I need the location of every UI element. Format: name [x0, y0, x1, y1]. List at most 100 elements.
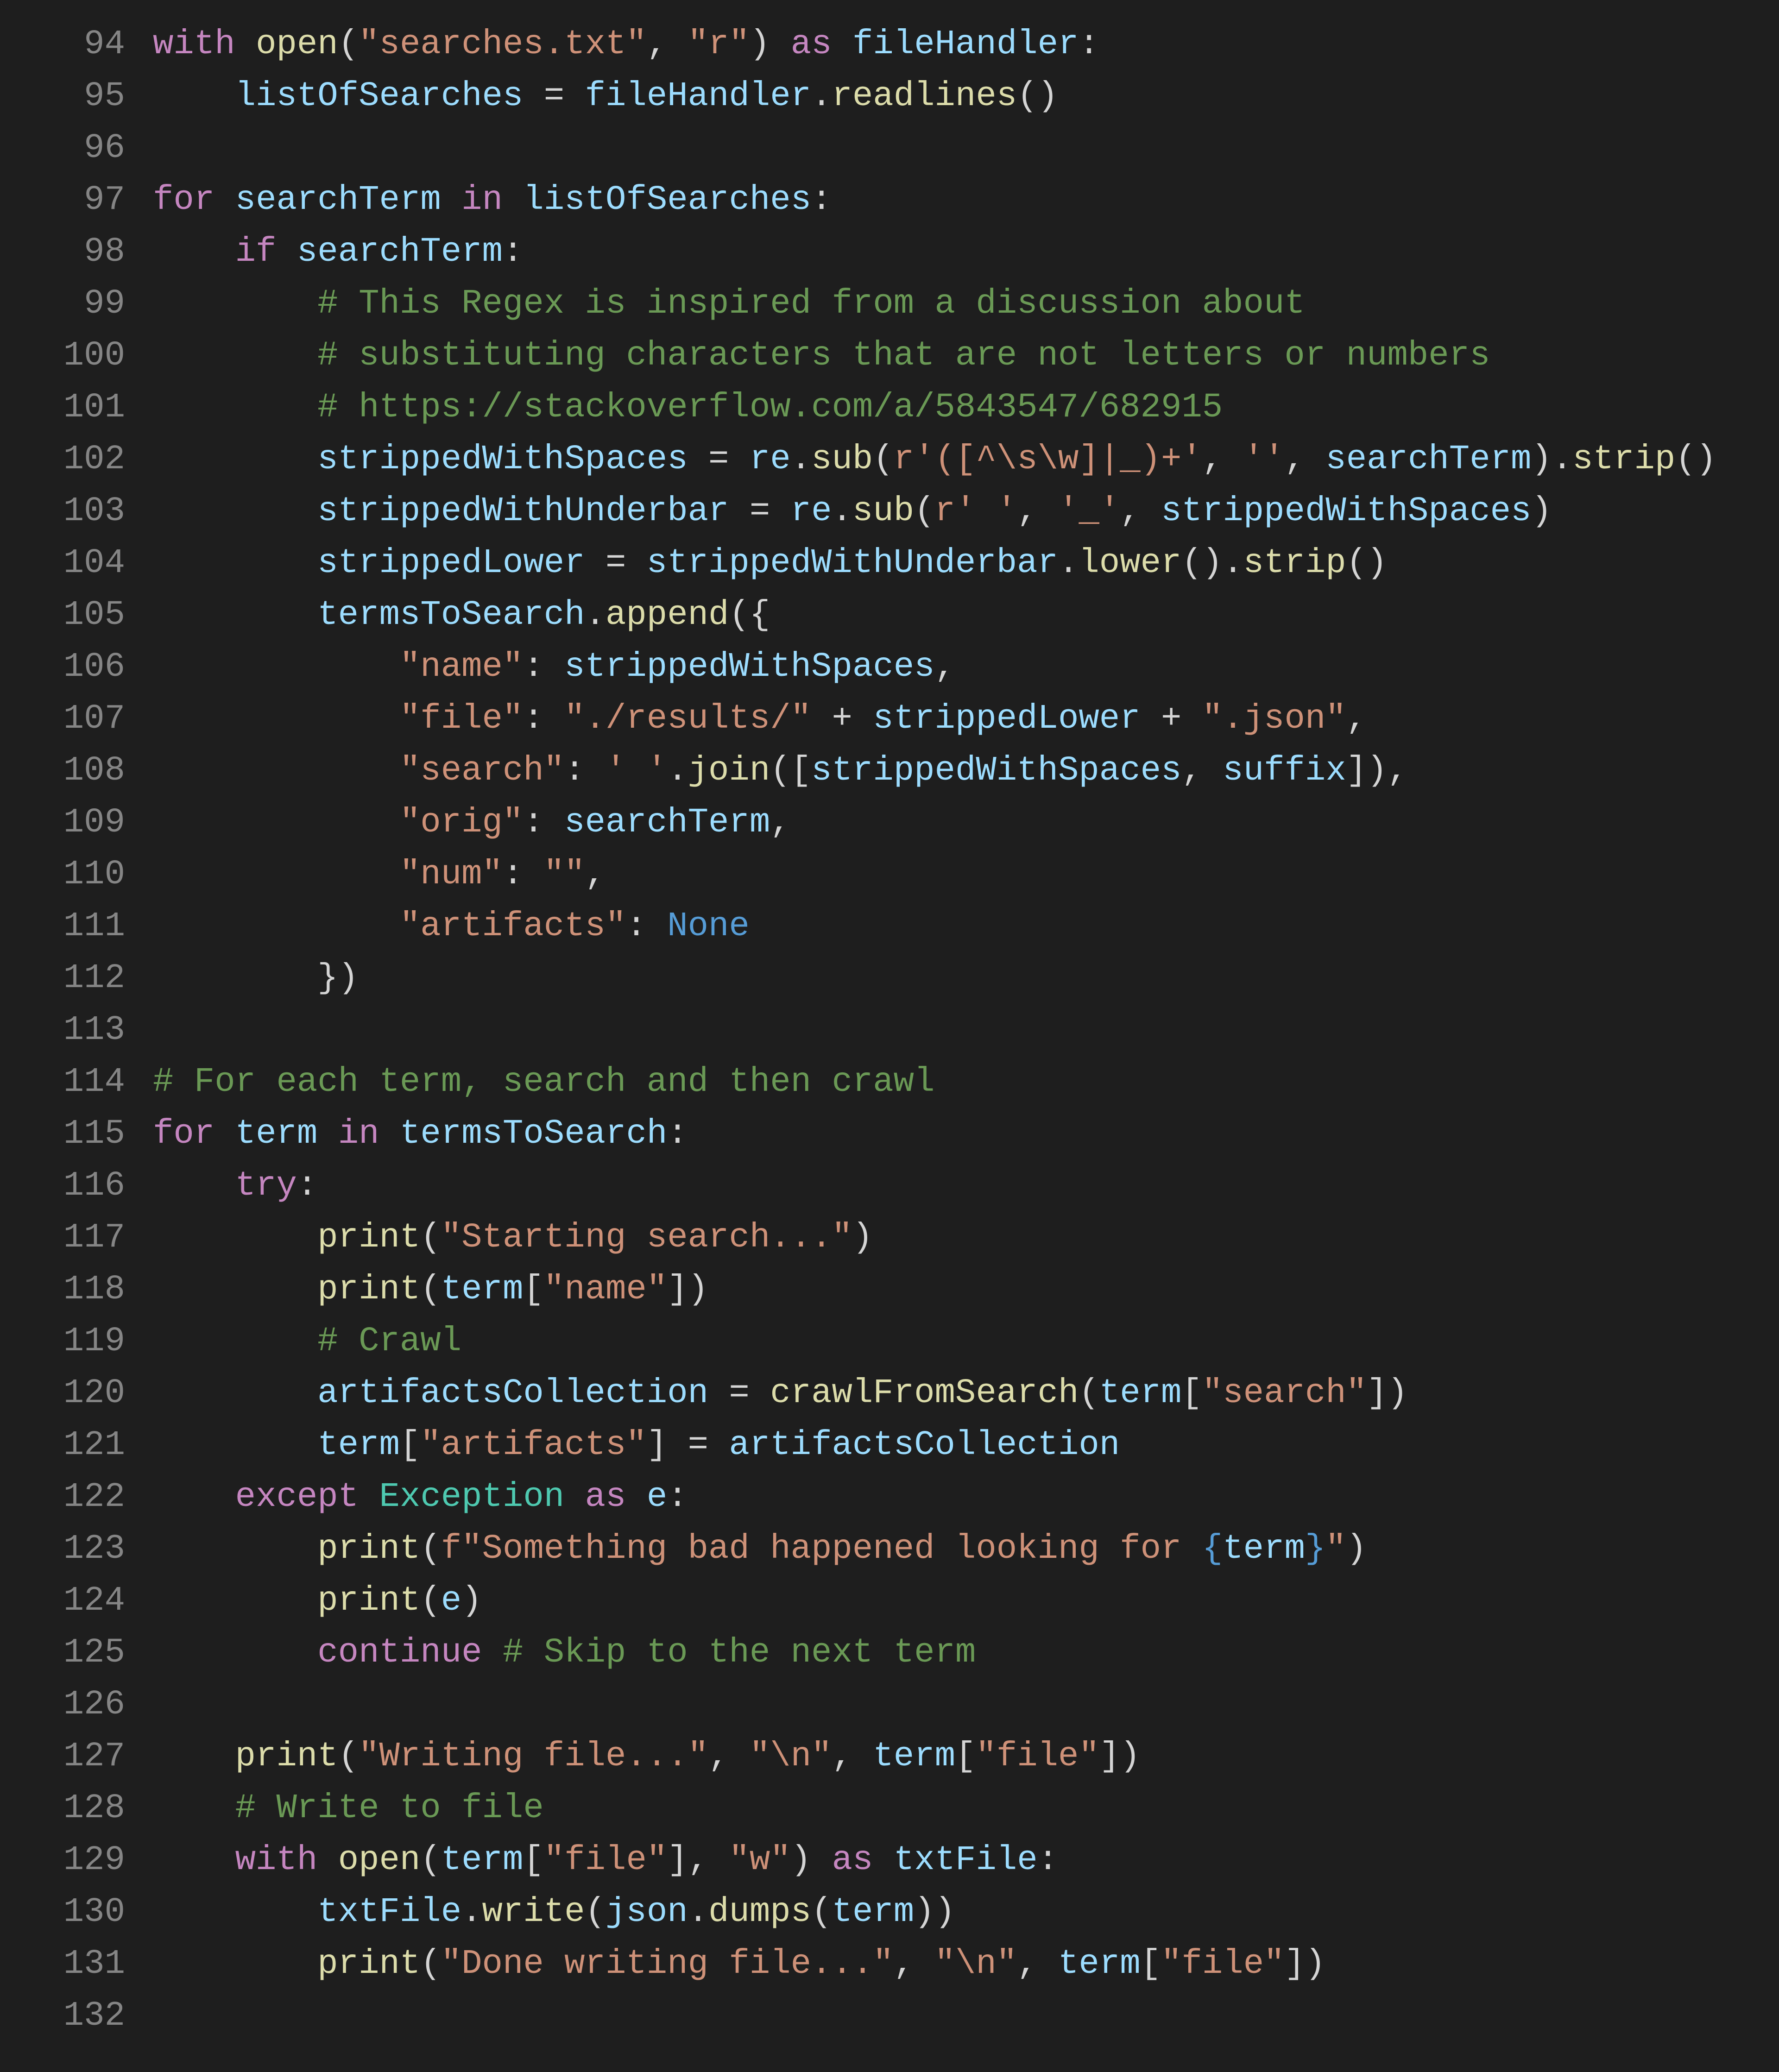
token-var: artifactsCollection	[317, 1374, 708, 1413]
token-def: =	[523, 77, 585, 116]
token-def: (	[420, 1530, 441, 1568]
token-def: [	[955, 1737, 976, 1776]
line-number: 111	[0, 901, 153, 952]
token-kw: for	[153, 1115, 214, 1153]
code-line: 96	[0, 122, 1779, 174]
line-content: except Exception as e:	[153, 1471, 1779, 1523]
code-line: 123 print(f"Something bad happened looki…	[0, 1523, 1779, 1575]
token-def: .	[811, 77, 832, 116]
token-str: "	[1325, 1530, 1346, 1568]
token-def: [	[523, 1270, 543, 1309]
token-fn: print	[235, 1737, 338, 1776]
token-def	[153, 77, 235, 116]
token-def	[153, 699, 400, 738]
line-number: 112	[0, 952, 153, 1004]
line-number: 118	[0, 1264, 153, 1316]
code-line: 130 txtFile.write(json.dumps(term))	[0, 1886, 1779, 1938]
token-def: ])	[1099, 1737, 1141, 1776]
token-def: =	[688, 440, 750, 479]
code-line: 132	[0, 1990, 1779, 2042]
token-def	[235, 25, 256, 64]
token-cmt: # substituting characters that are not l…	[317, 336, 1490, 375]
token-str: '_'	[1058, 492, 1120, 531]
token-var: searchTerm	[1325, 440, 1531, 479]
token-def	[153, 596, 317, 635]
token-def: ,	[894, 1945, 935, 1984]
line-content: "artifacts": None	[153, 901, 1779, 952]
token-fn: strip	[1572, 440, 1675, 479]
token-var: txtFile	[317, 1893, 461, 1932]
token-str: "Done writing file..."	[441, 1945, 894, 1984]
code-line: 122 except Exception as e:	[0, 1471, 1779, 1523]
token-def	[379, 1115, 400, 1153]
token-def: .	[791, 440, 811, 479]
token-var: term	[235, 1115, 318, 1153]
line-number: 100	[0, 330, 153, 382]
token-def	[153, 1581, 317, 1620]
token-def	[214, 181, 235, 220]
token-def	[153, 1218, 317, 1257]
token-var: term	[832, 1893, 915, 1932]
line-content	[153, 1679, 1779, 1731]
line-number: 101	[0, 382, 153, 434]
code-line: 101 # https://stackoverflow.com/a/584354…	[0, 382, 1779, 434]
line-content: try:	[153, 1160, 1779, 1212]
token-var: strippedWithSpaces	[1161, 492, 1531, 531]
line-content: print(term["name"])	[153, 1264, 1779, 1316]
token-fn: lower	[1079, 544, 1181, 583]
token-str: "file"	[544, 1841, 667, 1880]
line-content	[153, 122, 1779, 174]
token-def: ,	[1346, 699, 1367, 738]
line-number: 98	[0, 226, 153, 278]
token-def	[153, 1633, 317, 1672]
token-def: ],	[667, 1841, 729, 1880]
line-number: 127	[0, 1731, 153, 1782]
line-number: 120	[0, 1367, 153, 1419]
line-number: 126	[0, 1679, 153, 1731]
token-def: (	[420, 1841, 441, 1880]
line-number: 104	[0, 537, 153, 589]
line-content: for term in termsToSearch:	[153, 1108, 1779, 1160]
token-var: json	[606, 1893, 688, 1932]
token-str: r' '	[935, 492, 1017, 531]
token-var: searchTerm	[564, 803, 770, 842]
line-number: 96	[0, 122, 153, 174]
token-def	[153, 336, 317, 375]
token-var: searchTerm	[235, 181, 441, 220]
line-number: 119	[0, 1316, 153, 1367]
token-var: re	[750, 440, 791, 479]
token-def	[832, 25, 852, 64]
line-content: "search": ' '.join([strippedWithSpaces, …	[153, 745, 1779, 797]
line-number: 105	[0, 589, 153, 641]
line-content	[153, 1004, 1779, 1056]
token-def	[153, 1841, 235, 1880]
token-def: =	[708, 1374, 770, 1413]
token-kw: as	[791, 25, 832, 64]
token-str: "r"	[688, 25, 750, 64]
token-def: .	[667, 751, 688, 790]
code-line: 111 "artifacts": None	[0, 901, 1779, 952]
line-content: txtFile.write(json.dumps(term))	[153, 1886, 1779, 1938]
code-editor: 94with open("searches.txt", "r") as file…	[0, 0, 1779, 2060]
token-str: "search"	[400, 751, 564, 790]
token-var: re	[791, 492, 832, 531]
line-content: if searchTerm:	[153, 226, 1779, 278]
line-number: 97	[0, 174, 153, 226]
token-def	[441, 181, 461, 220]
line-number: 131	[0, 1938, 153, 1990]
line-number: 103	[0, 485, 153, 537]
code-line: 117 print("Starting search...")	[0, 1212, 1779, 1264]
token-def: ,	[1181, 751, 1223, 790]
token-def: ])	[667, 1270, 708, 1309]
token-var: strippedWithSpaces	[317, 440, 688, 479]
line-number: 102	[0, 434, 153, 485]
code-line: 115for term in termsToSearch:	[0, 1108, 1779, 1160]
code-line: 97for searchTerm in listOfSearches:	[0, 174, 1779, 226]
line-number: 95	[0, 70, 153, 122]
token-var: strippedLower	[317, 544, 585, 583]
token-str: f"Something bad happened looking for	[441, 1530, 1202, 1568]
token-def	[564, 1478, 585, 1517]
token-def: (	[811, 1893, 832, 1932]
token-def: ).	[1531, 440, 1572, 479]
code-line: 126	[0, 1679, 1779, 1731]
